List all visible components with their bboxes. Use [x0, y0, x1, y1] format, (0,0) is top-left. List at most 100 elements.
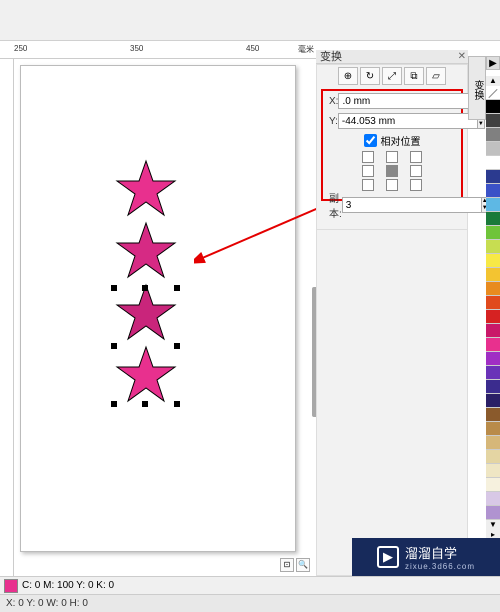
copies-input[interactable] [342, 197, 482, 213]
color-swatch[interactable] [486, 296, 500, 310]
docker-empty-area [316, 230, 468, 576]
docker-close-icon[interactable]: ✕ [458, 50, 466, 64]
color-swatch[interactable] [486, 366, 500, 380]
anchor-tl[interactable] [362, 151, 374, 163]
color-swatch[interactable] [486, 506, 500, 520]
star-shape-selected[interactable] [114, 345, 178, 405]
selection-handle[interactable] [142, 401, 148, 407]
color-swatch[interactable] [486, 324, 500, 338]
anchor-tc[interactable] [386, 151, 398, 163]
anchor-mc[interactable] [386, 165, 398, 177]
relative-checkbox[interactable] [364, 134, 377, 147]
palette-up-icon[interactable]: ▲ [486, 76, 500, 86]
anchor-mr[interactable] [410, 165, 422, 177]
selection-handle[interactable] [174, 401, 180, 407]
zoom-to-fit-icon[interactable]: ⊡ [280, 558, 294, 572]
color-swatch[interactable] [486, 142, 500, 156]
y-row: Y: ▲▼ [323, 111, 461, 131]
anchor-grid [362, 151, 422, 193]
ruler-horizontal: 250 350 450 毫米 [0, 41, 320, 59]
color-swatch[interactable] [486, 114, 500, 128]
swatch-none[interactable] [486, 86, 500, 100]
color-swatch[interactable] [486, 268, 500, 282]
anchor-br[interactable] [410, 179, 422, 191]
docker-expand-icon[interactable]: ▶ [486, 56, 500, 70]
color-swatch[interactable] [486, 352, 500, 366]
color-swatch[interactable] [486, 394, 500, 408]
mode-position-button[interactable]: ⊕ [338, 67, 358, 85]
ruler-tick: 450 [246, 44, 259, 53]
color-swatch[interactable] [486, 436, 500, 450]
color-swatch[interactable] [486, 282, 500, 296]
transform-mode-toolbar: ⊕ ↻ ⤢ ⧉ ▱ [317, 65, 467, 87]
transform-docker: ⊕ ↻ ⤢ ⧉ ▱ X: ▲▼ Y: ▲▼ 相对位置 副本: ▲▼ [316, 64, 468, 230]
anchor-tr[interactable] [410, 151, 422, 163]
mode-size-button[interactable]: ⧉ [404, 67, 424, 85]
app-toolbar-placeholder [0, 0, 500, 41]
y-label: Y: [329, 116, 338, 127]
y-input[interactable] [338, 113, 478, 129]
watermark-brand: 溜溜自学 [405, 546, 457, 561]
ruler-vertical [0, 59, 14, 576]
docker-title: 变换 [320, 51, 342, 63]
ruler-unit: 毫米 [298, 44, 314, 55]
color-swatch[interactable] [486, 380, 500, 394]
selection-handle[interactable] [174, 343, 180, 349]
color-swatch[interactable] [486, 338, 500, 352]
annotation-highlight: X: ▲▼ Y: ▲▼ 相对位置 副本: ▲▼ [321, 89, 463, 201]
color-swatch[interactable] [486, 422, 500, 436]
x-row: X: ▲▼ [323, 91, 461, 111]
mode-skew-button[interactable]: ▱ [426, 67, 446, 85]
color-swatch[interactable] [486, 198, 500, 212]
x-label: X: [329, 96, 338, 107]
color-swatch[interactable] [486, 170, 500, 184]
fill-swatch[interactable] [4, 579, 18, 593]
watermark: ▶ 溜溜自学 zixue.3d66.com [352, 538, 500, 576]
anchor-ml[interactable] [362, 165, 374, 177]
anchor-bc[interactable] [386, 179, 398, 191]
color-swatch[interactable] [486, 156, 500, 170]
color-swatch[interactable] [486, 450, 500, 464]
color-swatch[interactable] [486, 310, 500, 324]
docker-side-tab[interactable]: 变换 [468, 56, 486, 120]
star-shape[interactable] [114, 283, 178, 343]
selection-handle[interactable] [142, 285, 148, 291]
copies-row: 副本: ▲▼ [323, 195, 461, 215]
status-cmyk: C: 0 M: 100 Y: 0 K: 0 [22, 580, 114, 591]
x-input[interactable] [338, 93, 478, 109]
status-bar-2: X: 0 Y: 0 W: 0 H: 0 [0, 594, 500, 612]
status-bar: C: 0 M: 100 Y: 0 K: 0 [0, 576, 500, 594]
color-swatch[interactable] [486, 100, 500, 114]
selection-handle[interactable] [111, 285, 117, 291]
selection-handle[interactable] [111, 343, 117, 349]
color-swatch[interactable] [486, 492, 500, 506]
star-shape[interactable] [114, 221, 178, 281]
anchor-bl[interactable] [362, 179, 374, 191]
canvas-nav: ⊡ 🔍 [280, 558, 310, 572]
star-shape[interactable] [114, 159, 178, 219]
color-swatch[interactable] [486, 184, 500, 198]
color-swatch[interactable] [486, 212, 500, 226]
color-swatch[interactable] [486, 254, 500, 268]
selection-handle[interactable] [174, 285, 180, 291]
copies-label: 副本: [329, 190, 342, 220]
status-coord: X: 0 Y: 0 W: 0 H: 0 [6, 598, 88, 609]
color-swatch[interactable] [486, 408, 500, 422]
color-swatch[interactable] [486, 226, 500, 240]
color-swatch[interactable] [486, 478, 500, 492]
color-palette: ▲ ▼ ▸ [486, 76, 500, 576]
relative-row: 相对位置 [323, 131, 461, 149]
canvas-area[interactable] [14, 59, 310, 566]
play-icon: ▶ [377, 546, 399, 568]
mode-scale-button[interactable]: ⤢ [382, 67, 402, 85]
palette-down-icon[interactable]: ▼ [486, 520, 500, 530]
zoom-icon[interactable]: 🔍 [296, 558, 310, 572]
selection-handle[interactable] [111, 401, 117, 407]
mode-rotate-button[interactable]: ↻ [360, 67, 380, 85]
relative-label: 相对位置 [381, 133, 421, 148]
watermark-url: zixue.3d66.com [405, 562, 475, 571]
color-swatch[interactable] [486, 240, 500, 254]
docker-title-bar[interactable]: 变换 ✕ [316, 50, 468, 64]
color-swatch[interactable] [486, 464, 500, 478]
color-swatch[interactable] [486, 128, 500, 142]
